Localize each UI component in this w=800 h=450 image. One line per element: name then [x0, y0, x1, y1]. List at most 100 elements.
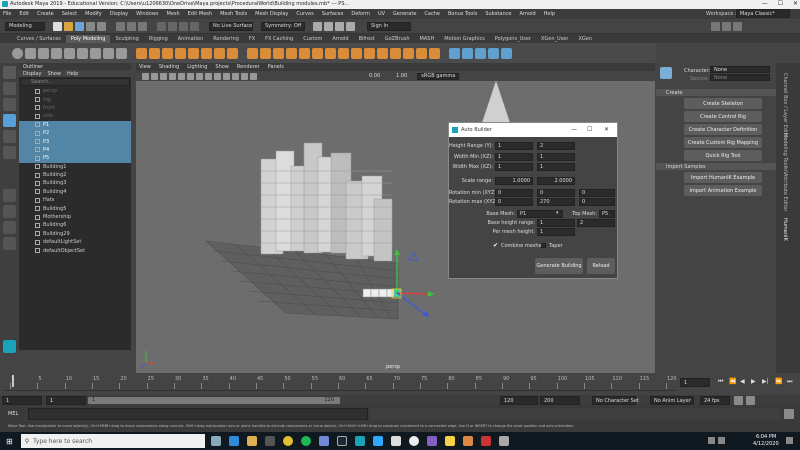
maximize-button[interactable]: ☐ — [778, 0, 783, 7]
smooth-icon[interactable] — [162, 47, 173, 59]
clock-time[interactable]: 6:04 PM — [756, 434, 776, 440]
outliner-item[interactable]: Mothership — [19, 213, 131, 221]
rotation-min-z-input[interactable]: 0 — [579, 189, 615, 197]
menu-help[interactable]: Help — [544, 11, 555, 17]
menu-edit-mesh[interactable]: Edit Mesh — [188, 11, 212, 17]
outliner-item[interactable]: defaultLightSet — [19, 238, 131, 246]
connect-icon[interactable] — [416, 47, 427, 59]
spherical-map-icon[interactable] — [501, 47, 512, 59]
menu-arnold[interactable]: Arnold — [519, 11, 535, 17]
auto-key-icon[interactable] — [734, 396, 743, 405]
outliner-item[interactable]: P3 — [19, 137, 131, 146]
lasso-tool-icon[interactable] — [3, 82, 16, 95]
taskbar-search-input[interactable]: Type here to search — [33, 438, 92, 445]
menu-generate[interactable]: Generate — [393, 11, 416, 17]
insert-edge-loop-icon[interactable] — [312, 47, 323, 59]
shelf-tab-bifrost[interactable]: Bifrost — [354, 35, 380, 43]
super-shape-icon[interactable] — [116, 47, 127, 59]
poly-cylinder-icon[interactable] — [38, 47, 49, 59]
circularize-icon[interactable] — [390, 47, 401, 59]
smooth-shade-icon[interactable] — [205, 72, 212, 80]
source-select[interactable]: None — [710, 74, 770, 81]
quad-draw-icon[interactable] — [351, 47, 362, 59]
dialog-minimize-button[interactable]: — — [571, 126, 577, 133]
save-scene-icon[interactable] — [75, 21, 84, 31]
play-forward-icon[interactable]: ▶ — [751, 378, 756, 385]
attribute-editor-icon[interactable] — [722, 21, 731, 31]
menu-deform[interactable]: Deform — [351, 11, 370, 17]
auto-map-icon[interactable] — [475, 47, 486, 59]
platonic-solid-icon[interactable] — [103, 47, 114, 59]
outliner-item[interactable]: top — [19, 95, 131, 103]
persp-graph-layout-icon[interactable] — [3, 237, 16, 250]
select-component-icon[interactable] — [138, 21, 147, 31]
mel-input[interactable] — [28, 408, 368, 420]
outliner-item[interactable]: Building6 — [19, 221, 131, 229]
create-skeleton-button[interactable]: Create Skeleton — [684, 98, 762, 109]
go-to-end-icon[interactable]: ⏭ — [787, 378, 792, 386]
viewport-menu-show[interactable]: Show — [215, 64, 229, 70]
unity-icon[interactable] — [390, 436, 401, 446]
remesh-icon[interactable] — [214, 47, 225, 59]
outliner-item[interactable]: defaultObjectSet — [19, 246, 131, 254]
render-view-icon[interactable] — [324, 21, 333, 31]
collapse-icon[interactable] — [403, 47, 414, 59]
base-height-a-input[interactable]: 1 — [537, 219, 575, 227]
step-forward-key-icon[interactable]: ⏩ — [775, 378, 782, 385]
outliner-item[interactable]: P1 — [19, 120, 131, 129]
menu-bonus-tools[interactable]: Bonus Tools — [448, 11, 477, 17]
viewport-menu-view[interactable]: View — [139, 64, 151, 70]
menu-substance[interactable]: Substance — [485, 11, 511, 17]
script-editor-icon[interactable] — [784, 409, 794, 419]
shelf-tab-animation[interactable]: Animation — [173, 35, 209, 43]
snap-point-icon[interactable] — [179, 21, 188, 31]
render-settings-icon[interactable] — [346, 21, 355, 31]
cylindrical-map-icon[interactable] — [488, 47, 499, 59]
create-custom-rig-mapping-button[interactable]: Create Custom Rig Mapping — [684, 137, 762, 148]
store-icon[interactable] — [264, 436, 275, 446]
animation-end-field[interactable]: 200 — [540, 396, 580, 405]
current-frame-field[interactable]: 1 — [680, 378, 710, 387]
visual-studio-icon[interactable] — [426, 436, 437, 446]
isolate-select-icon[interactable] — [241, 72, 248, 80]
menu-cache[interactable]: Cache — [424, 11, 440, 17]
playback-settings-icon[interactable] — [746, 396, 755, 405]
notes-icon[interactable] — [444, 436, 455, 446]
minimize-button[interactable]: — — [762, 0, 768, 7]
resolution-gate-icon[interactable] — [187, 72, 194, 80]
menu-display[interactable]: Display — [110, 11, 128, 17]
character-set-select[interactable]: No Character Set — [592, 396, 639, 405]
taskbar-search[interactable]: ⚲ Type here to search — [20, 434, 205, 448]
steam-icon[interactable] — [336, 436, 347, 446]
rotation-min-x-input[interactable]: 0 — [495, 189, 533, 197]
taper-checkbox[interactable] — [541, 243, 546, 248]
anim-layer-select[interactable]: No Anim Layer — [650, 396, 694, 405]
target-weld-icon[interactable] — [338, 47, 349, 59]
spotify-icon[interactable] — [300, 436, 311, 446]
clock-date[interactable]: 4/12/2020 — [753, 441, 779, 447]
camera-attributes-icon[interactable] — [142, 72, 149, 80]
undo-icon[interactable] — [86, 21, 95, 31]
outliner-menu-show[interactable]: Show — [47, 71, 61, 77]
poly-cone-icon[interactable] — [51, 47, 62, 59]
outliner-item[interactable]: Building5 — [19, 204, 131, 212]
top-mesh-select[interactable]: P5 — [599, 210, 615, 218]
shelf-tab-poly-modeling[interactable]: Poly Modeling — [65, 34, 111, 43]
shadows-icon[interactable] — [232, 72, 239, 80]
outliner-item[interactable]: Building1 — [19, 163, 131, 171]
menu-mesh-display[interactable]: Mesh Display — [255, 11, 288, 17]
symmetry-select[interactable]: Symmetry: Off — [261, 21, 305, 31]
poly-plane-icon[interactable] — [77, 47, 88, 59]
outliner-item[interactable]: Building4 — [19, 188, 131, 196]
redo-icon[interactable] — [97, 21, 106, 31]
grid-icon[interactable] — [169, 72, 176, 80]
shelf-tab-gozbrush[interactable]: GoZBrush — [380, 35, 415, 43]
menu-modify[interactable]: Modify — [85, 11, 102, 17]
bridge-icon[interactable] — [260, 47, 271, 59]
wedge-icon[interactable] — [377, 47, 388, 59]
outliner-item[interactable]: P5 — [19, 154, 131, 163]
outliner-item[interactable]: Building3 — [19, 179, 131, 187]
fill-hole-icon[interactable] — [286, 47, 297, 59]
dialog-maximize-button[interactable]: ☐ — [587, 126, 592, 133]
viewport-menu-lighting[interactable]: Lighting — [187, 64, 207, 70]
